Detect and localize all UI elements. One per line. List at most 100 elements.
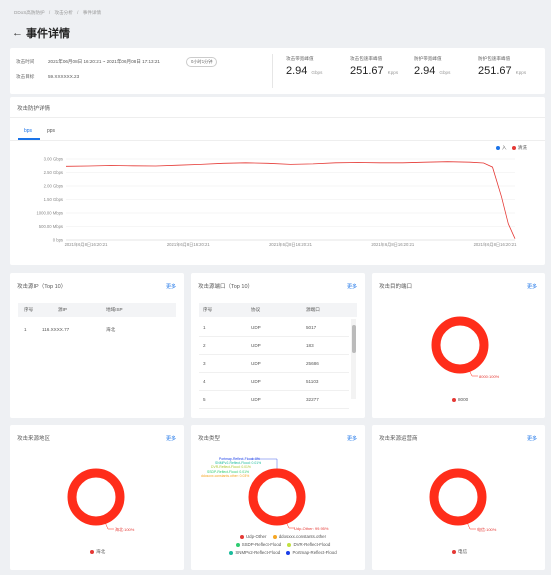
src-ip-more-link[interactable]: 更多 bbox=[166, 283, 176, 290]
y-tick-label: 2.00 Gbps bbox=[44, 184, 63, 189]
row-divider bbox=[199, 372, 349, 373]
attack-time-label: 攻击时间 bbox=[16, 59, 35, 64]
legend-label: SSDP-Reflect-Flood bbox=[241, 542, 282, 547]
x-tick-label: 2021年6月8日16:20:21 bbox=[474, 241, 518, 248]
src-port-table-header bbox=[199, 303, 357, 317]
bps-line-chart: 3.00 Gbps 2.50 Gbps 2.00 Gbps 1.50 Gbps 1000… bbox=[36, 157, 518, 249]
row-divider bbox=[199, 390, 349, 391]
row-ip: 116.XXXX.77 bbox=[42, 327, 70, 332]
metric-value: 2.94 bbox=[414, 65, 436, 77]
src-port-title: 攻击源端口（Top 10） bbox=[198, 284, 254, 290]
row-index: 1 bbox=[24, 327, 27, 332]
col-index: 序号 bbox=[203, 307, 213, 312]
donut-label: 海北:100% bbox=[115, 527, 135, 532]
legend-label: 电信 bbox=[458, 549, 468, 554]
donut-label: 8000:100% bbox=[479, 374, 500, 379]
summary-card: 攻击时间 2021年06月08日 16:20:21 ~ 2021年06月08日 … bbox=[10, 48, 545, 94]
table-scrollbar[interactable] bbox=[351, 319, 356, 399]
row-index: 3 bbox=[203, 361, 206, 366]
col-region: 地域ISP bbox=[106, 307, 123, 312]
row-port: 25686 bbox=[306, 361, 319, 366]
row-protocol: UDP bbox=[251, 361, 261, 366]
donut-legend: 电信 bbox=[452, 549, 467, 555]
donut-slice bbox=[248, 468, 306, 526]
legend-label: DVR-Reflect-Flood bbox=[293, 542, 331, 547]
src-isp-card: 攻击来源运营商 更多 电信:100% 电信 bbox=[372, 425, 545, 570]
x-tick-label: 2021年6月8日16:20:21 bbox=[269, 241, 313, 248]
src-port-card: 攻击源端口（Top 10） 更多 序号 协议 源端口 1 UDP 5017 2 UDP 1… bbox=[191, 273, 365, 418]
row-region: 海北 bbox=[106, 327, 116, 332]
src-ip-title: 攻击源IP（Top 10） bbox=[17, 284, 67, 290]
x-tick-label: 2021年6月8日16:20:21 bbox=[371, 241, 415, 248]
legend-dot bbox=[90, 549, 94, 554]
metric-unit: Gbps bbox=[439, 70, 451, 75]
dst-port-card: 攻击目的端口 更多 8000:100% 8000 bbox=[372, 273, 545, 418]
breadcrumb-item-ddos[interactable]: DDoS高防防护 bbox=[14, 10, 45, 15]
y-tick-label: 500.00 Mbps bbox=[39, 224, 63, 229]
donut-slice bbox=[429, 468, 487, 526]
attack-time-value: 2021年06月08日 16:20:21 ~ 2021年06月08日 17:13… bbox=[48, 59, 160, 64]
attack-target-value: 59.XXXXXX.23 bbox=[48, 74, 80, 79]
donut-slice bbox=[67, 468, 125, 526]
metric-attack-bps: 攻击带宽峰值 2.94 Gbps bbox=[286, 56, 322, 77]
legend-dot bbox=[286, 550, 291, 555]
legend-label: 8000 bbox=[458, 397, 469, 402]
legend-dot bbox=[452, 549, 456, 554]
row-divider bbox=[199, 336, 349, 337]
legend-label: 海北 bbox=[96, 549, 106, 554]
series-line-clean bbox=[65, 161, 516, 239]
col-port: 源端口 bbox=[306, 307, 320, 312]
src-region-card: 攻击来源地区 更多 海北:100% 海北 bbox=[10, 425, 184, 570]
metric-label: 防护包速率峰值 bbox=[478, 56, 511, 61]
breadcrumb-item-detail: 事件详情 bbox=[82, 10, 102, 15]
src-ip-card: 攻击源IP（Top 10） 更多 序号 源IP 地域ISP 1 116.XXXX… bbox=[10, 273, 184, 418]
src-port-more-link[interactable]: 更多 bbox=[347, 283, 357, 290]
row-port: 183 bbox=[306, 343, 314, 348]
duration-badge: 0小时1分钟 bbox=[186, 57, 218, 67]
legend-dot bbox=[272, 534, 277, 539]
page-header: ← 事件详情 bbox=[12, 25, 70, 41]
metric-label: 防护带宽峰值 bbox=[414, 56, 442, 61]
x-tick-label: 2021年6月8日16:20:21 bbox=[167, 241, 211, 248]
row-divider bbox=[199, 408, 349, 409]
breadcrumb-item-analysis[interactable]: 攻击分析 bbox=[54, 10, 72, 15]
scrollbar-thumb[interactable] bbox=[351, 325, 356, 353]
attack-target-label: 攻击目标 bbox=[16, 74, 35, 79]
attack-type-legend: Udp-Other ddosxxx.constants.other SSDP-R… bbox=[213, 533, 353, 557]
src-ip-table-header bbox=[18, 303, 176, 317]
attack-type-card: 攻击类型 更多 Portmap-Reflect-Flood: 0% SNMPv2… bbox=[191, 425, 365, 570]
x-tick-label: 2021年6月8日16:20:21 bbox=[65, 241, 109, 248]
donut-slice bbox=[431, 316, 489, 374]
donut-legend: 8000 bbox=[452, 397, 468, 402]
back-arrow-icon[interactable]: ← bbox=[12, 27, 23, 39]
legend-dot bbox=[229, 550, 234, 555]
page-title: 事件详情 bbox=[26, 28, 70, 40]
metric-label: 攻击包速率峰值 bbox=[350, 56, 383, 61]
row-port: 32277 bbox=[306, 397, 319, 402]
legend-label: Portmap-Reflect-Flood bbox=[292, 550, 337, 555]
donut-label: 电信:100% bbox=[477, 527, 497, 532]
row-index: 2 bbox=[203, 343, 206, 348]
legend-label: Udp-Other bbox=[245, 534, 267, 539]
col-protocol: 协议 bbox=[251, 307, 261, 312]
row-protocol: UDP bbox=[251, 343, 261, 348]
metric-attack-pps: 攻击包速率峰值 251.67 Kpps bbox=[350, 56, 398, 77]
y-tick-label: 2.50 Gbps bbox=[44, 170, 63, 175]
y-tick-label: 0 bps bbox=[53, 238, 63, 243]
col-index: 序号 bbox=[24, 307, 34, 312]
row-port: 51103 bbox=[306, 379, 319, 384]
legend-dot bbox=[452, 397, 456, 402]
metric-value: 2.94 bbox=[286, 65, 308, 77]
metric-value: 251.67 bbox=[478, 65, 512, 77]
y-tick-label: 3.00 Gbps bbox=[44, 157, 63, 162]
legend-label: ddosxxx.constants.other bbox=[278, 534, 327, 539]
row-port: 5017 bbox=[306, 325, 317, 330]
row-index: 5 bbox=[203, 397, 206, 402]
trend-card: 攻击防护详情 bps pps 入 清洗 3.00 Gbps 2.50 Gbps 2.… bbox=[10, 97, 545, 265]
row-index: 1 bbox=[203, 325, 206, 330]
row-protocol: UDP bbox=[251, 397, 261, 402]
row-protocol: UDP bbox=[251, 325, 261, 330]
y-tick-label: 1.50 Gbps bbox=[44, 197, 63, 202]
donut-label: Udp-Other: 99.95% bbox=[294, 526, 329, 531]
legend-label: SNMPv2-Reflect-Flood bbox=[235, 550, 281, 555]
